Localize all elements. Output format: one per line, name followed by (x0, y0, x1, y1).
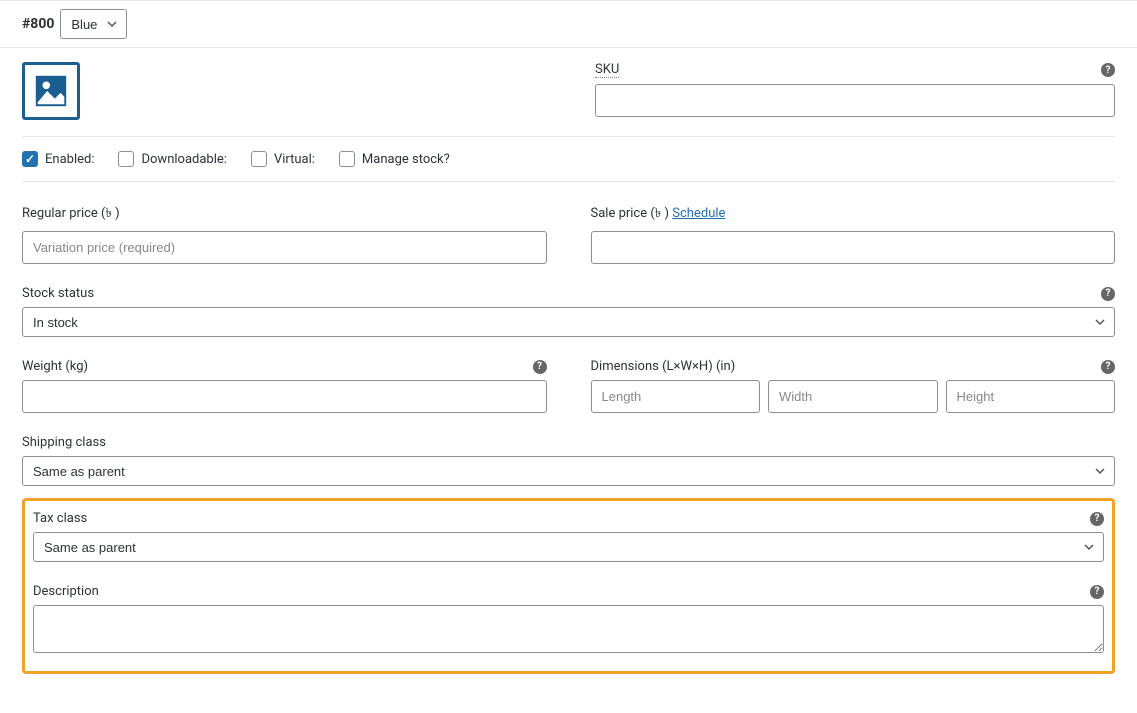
enabled-checkbox[interactable] (22, 151, 38, 167)
virtual-checkbox[interactable] (251, 151, 267, 167)
variation-image-placeholder[interactable] (22, 62, 80, 120)
help-icon[interactable]: ? (1101, 287, 1115, 301)
dimensions-label: Dimensions (L×W×H) (in) (591, 359, 736, 374)
help-icon[interactable]: ? (1101, 360, 1115, 374)
divider (22, 136, 1115, 137)
description-textarea[interactable] (33, 605, 1104, 653)
regular-price-label: Regular price (৳ ) (22, 204, 120, 225)
help-icon[interactable]: ? (533, 360, 547, 374)
manage-stock-checkbox[interactable] (339, 151, 355, 167)
width-input[interactable] (768, 380, 938, 413)
enabled-label: Enabled: (45, 152, 94, 167)
variation-header: #800 Blue (0, 0, 1137, 48)
sku-label: SKU (595, 62, 619, 78)
stock-status-select[interactable]: In stock (22, 307, 1115, 337)
tax-class-select[interactable]: Same as parent (33, 532, 1104, 562)
weight-input[interactable] (22, 380, 547, 413)
shipping-class-select[interactable]: Same as parent (22, 456, 1115, 486)
help-icon[interactable]: ? (1101, 63, 1115, 77)
tax-class-label: Tax class (33, 511, 87, 526)
variation-id: #800 (22, 16, 54, 32)
manage-stock-label: Manage stock? (362, 152, 450, 167)
virtual-label: Virtual: (274, 152, 315, 167)
checkbox-row: Enabled: Downloadable: Virtual: Manage s… (22, 149, 1115, 182)
downloadable-checkbox[interactable] (118, 151, 134, 167)
sku-input[interactable] (595, 84, 1115, 117)
description-label: Description (33, 584, 99, 599)
attribute-select[interactable]: Blue (60, 9, 127, 39)
sale-price-input[interactable] (591, 231, 1116, 264)
help-icon[interactable]: ? (1090, 512, 1104, 526)
help-icon[interactable]: ? (1090, 585, 1104, 599)
image-icon (32, 72, 70, 110)
highlighted-section: Tax class ? Same as parent Description ? (22, 498, 1115, 674)
regular-price-input[interactable] (22, 231, 547, 264)
sale-price-label: Sale price (৳ ) (591, 206, 670, 221)
height-input[interactable] (946, 380, 1116, 413)
length-input[interactable] (591, 380, 761, 413)
stock-status-label: Stock status (22, 286, 94, 301)
weight-label: Weight (kg) (22, 359, 88, 374)
downloadable-label: Downloadable: (141, 152, 226, 167)
schedule-link[interactable]: Schedule (672, 206, 725, 221)
shipping-class-label: Shipping class (22, 435, 106, 450)
